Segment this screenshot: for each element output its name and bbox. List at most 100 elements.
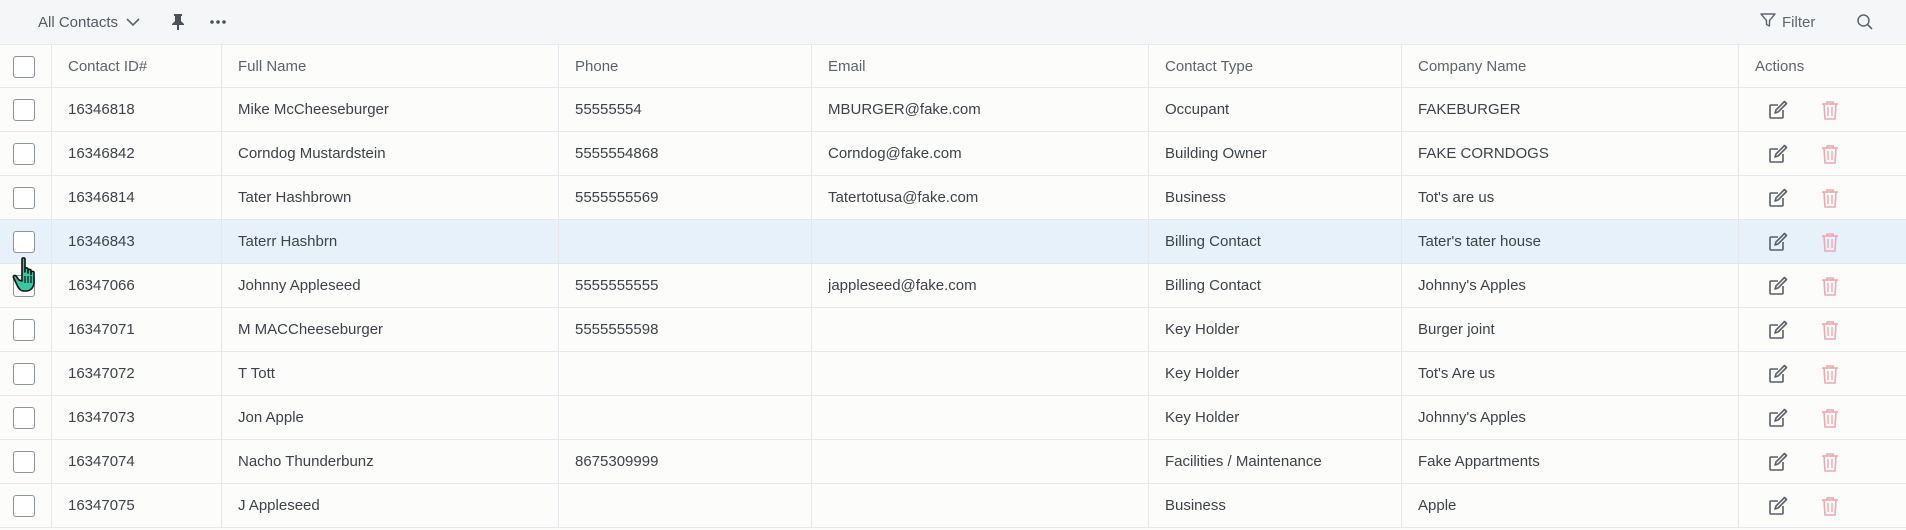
table-row[interactable]: 16347075 J Appleseed Business Apple — [0, 484, 1906, 528]
edit-icon[interactable] — [1766, 450, 1790, 474]
cell-contact-id: 16346814 — [68, 189, 135, 206]
filter-label: Filter — [1782, 13, 1816, 31]
row-checkbox[interactable] — [13, 407, 35, 429]
row-checkbox[interactable] — [13, 363, 35, 385]
cell-contact-type: Billing Contact — [1165, 233, 1261, 250]
cell-email: Corndog@fake.com — [828, 145, 962, 162]
cell-company-name: Tater's tater house — [1418, 233, 1541, 250]
edit-icon[interactable] — [1766, 406, 1790, 430]
cell-full-name: Johnny Appleseed — [238, 277, 361, 294]
edit-icon[interactable] — [1766, 98, 1790, 122]
edit-icon[interactable] — [1766, 142, 1790, 166]
column-header-phone[interactable]: Phone — [575, 45, 618, 87]
cell-contact-type: Building Owner — [1165, 145, 1267, 162]
cell-company-name: FAKE CORNDOGS — [1418, 145, 1549, 162]
table-header: Contact ID# Full Name Phone Email Contac… — [0, 45, 1906, 88]
cell-phone: 5555555598 — [575, 321, 659, 338]
cell-contact-id: 16347075 — [68, 497, 135, 514]
filter-icon — [1760, 12, 1776, 32]
cell-email: MBURGER@fake.com — [828, 101, 981, 118]
cell-email: Tatertotusa@fake.com — [828, 189, 979, 206]
edit-icon[interactable] — [1766, 362, 1790, 386]
cell-contact-id: 16347066 — [68, 277, 135, 294]
cell-phone: 5555555569 — [575, 189, 659, 206]
table-row[interactable]: 16346842 Corndog Mustardstein 5555554868 Co… — [0, 132, 1906, 176]
trash-icon[interactable] — [1818, 274, 1842, 298]
view-selector-label: All Contacts — [38, 13, 119, 31]
row-checkbox[interactable] — [13, 143, 35, 165]
cell-full-name: Nacho Thunderbunz — [238, 453, 374, 470]
cell-company-name: FAKEBURGER — [1418, 101, 1521, 118]
cell-company-name: Tot's Are us — [1418, 365, 1496, 382]
edit-icon[interactable] — [1766, 186, 1790, 210]
table-body: 16346818 Mike McCheeseburger 55555554 MBURG… — [0, 88, 1906, 528]
edit-icon[interactable] — [1766, 494, 1790, 518]
table-row[interactable]: 16346818 Mike McCheeseburger 55555554 MBURG… — [0, 88, 1906, 132]
trash-icon[interactable] — [1818, 450, 1842, 474]
cell-company-name: Fake Appartments — [1418, 453, 1540, 470]
cell-phone: 5555555555 — [575, 277, 659, 294]
trash-icon[interactable] — [1818, 142, 1842, 166]
table-row[interactable]: 16347074 Nacho Thunderbunz 8675309999 Facil… — [0, 440, 1906, 484]
trash-icon[interactable] — [1818, 230, 1842, 254]
edit-icon[interactable] — [1766, 230, 1790, 254]
cell-company-name: Tot's are us — [1418, 189, 1495, 206]
column-header-company-name[interactable]: Company Name — [1418, 45, 1526, 87]
column-header-email[interactable]: Email — [828, 45, 866, 87]
trash-icon[interactable] — [1818, 318, 1842, 342]
cell-full-name: T Tott — [238, 365, 275, 382]
cell-contact-id: 16347072 — [68, 365, 135, 382]
trash-icon[interactable] — [1818, 494, 1842, 518]
cell-contact-type: Business — [1165, 497, 1226, 514]
cell-full-name: Corndog Mustardstein — [238, 145, 386, 162]
edit-icon[interactable] — [1766, 274, 1790, 298]
column-header-contact-id[interactable]: Contact ID# — [68, 45, 147, 87]
table-row[interactable]: 16346814 Tater Hashbrown 5555555569 Taterto… — [0, 176, 1906, 220]
trash-icon[interactable] — [1818, 98, 1842, 122]
cell-contact-type: Key Holder — [1165, 409, 1240, 426]
cell-contact-id: 16347071 — [68, 321, 135, 338]
search-icon[interactable] — [1855, 12, 1875, 32]
column-header-full-name[interactable]: Full Name — [238, 45, 306, 87]
filter-button[interactable]: Filter — [1760, 11, 1815, 33]
toolbar: All Contacts Filter — [0, 0, 1906, 44]
cell-contact-type: Key Holder — [1165, 321, 1240, 338]
cell-full-name: Mike McCheeseburger — [238, 101, 389, 118]
row-checkbox[interactable] — [13, 275, 35, 297]
cell-phone: 55555554 — [575, 101, 642, 118]
table-row[interactable]: 16347066 Johnny Appleseed 5555555555 japple… — [0, 264, 1906, 308]
row-checkbox[interactable] — [13, 187, 35, 209]
cell-full-name: Taterr Hashbrn — [238, 233, 338, 250]
cell-contact-id: 16346818 — [68, 101, 135, 118]
cell-full-name: M MACCheeseburger — [238, 321, 384, 338]
cell-phone: 8675309999 — [575, 453, 659, 470]
trash-icon[interactable] — [1818, 186, 1842, 210]
cell-full-name: Jon Apple — [238, 409, 304, 426]
cell-contact-type: Facilities / Maintenance — [1165, 453, 1322, 470]
cell-company-name: Burger joint — [1418, 321, 1495, 338]
cell-full-name: J Appleseed — [238, 497, 320, 514]
row-checkbox[interactable] — [13, 495, 35, 517]
cell-contact-id: 16346843 — [68, 233, 135, 250]
table-row[interactable]: 16347072 T Tott Key Holder Tot's Are us — [0, 352, 1906, 396]
pin-icon[interactable] — [168, 12, 188, 32]
cell-contact-type: Billing Contact — [1165, 277, 1261, 294]
view-selector[interactable]: All Contacts — [38, 12, 140, 32]
column-header-contact-type[interactable]: Contact Type — [1165, 45, 1253, 87]
table-row[interactable]: 16347071 M MACCheeseburger 5555555598 Key H… — [0, 308, 1906, 352]
cell-contact-id: 16347074 — [68, 453, 135, 470]
cell-company-name: Apple — [1418, 497, 1457, 514]
more-horizontal-icon[interactable] — [208, 12, 228, 32]
row-checkbox[interactable] — [13, 99, 35, 121]
cell-email: jappleseed@fake.com — [828, 277, 977, 294]
select-all-checkbox[interactable] — [13, 56, 35, 78]
table-row[interactable]: 16347073 Jon Apple Key Holder Johnny's Appl… — [0, 396, 1906, 440]
cell-company-name: Johnny's Apples — [1418, 409, 1526, 426]
edit-icon[interactable] — [1766, 318, 1790, 342]
table-row[interactable]: 16346843 Taterr Hashbrn Billing Contact Tat… — [0, 220, 1906, 264]
trash-icon[interactable] — [1818, 362, 1842, 386]
trash-icon[interactable] — [1818, 406, 1842, 430]
row-checkbox[interactable] — [13, 451, 35, 473]
row-checkbox[interactable] — [13, 231, 35, 253]
row-checkbox[interactable] — [13, 319, 35, 341]
